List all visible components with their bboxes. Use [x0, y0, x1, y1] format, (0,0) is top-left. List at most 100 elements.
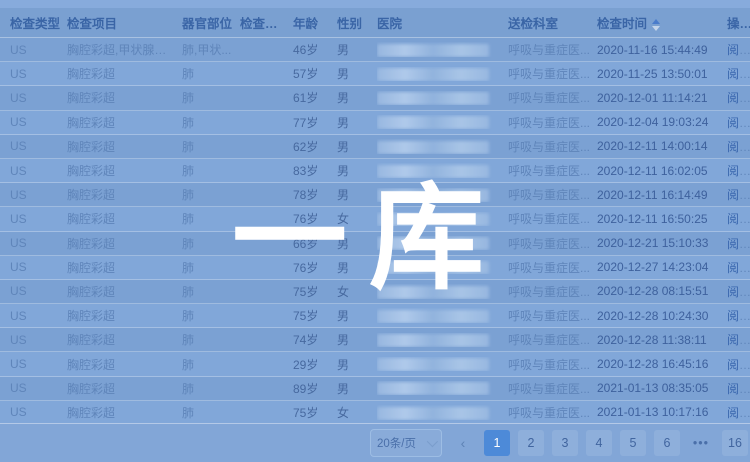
cell-age: 57岁 — [293, 65, 337, 82]
more-pages-button[interactable]: ••• — [688, 430, 714, 456]
view-images-link[interactable]: 阅片 — [727, 212, 750, 226]
cell-department: 呼吸与重症医... — [508, 331, 597, 348]
cell-action: 阅片 — [727, 307, 750, 324]
prev-page-button[interactable]: ‹ — [450, 430, 476, 456]
cell-action: 阅片 — [727, 380, 750, 397]
view-images-link[interactable]: 阅片 — [727, 164, 750, 178]
redacted-hospital-value — [377, 68, 489, 81]
cell-exam-project: 胸腔彩超 — [67, 404, 182, 421]
view-images-link[interactable]: 阅片 — [727, 406, 750, 420]
cell-exam-project: 胸腔彩超 — [67, 138, 182, 155]
table-row: US胸腔彩超肺57岁男呼吸与重症医...2020-11-25 13:50:01阅… — [0, 62, 750, 86]
cell-exam-project: 胸腔彩超 — [67, 235, 182, 252]
cell-action: 阅片 — [727, 162, 750, 179]
view-images-link[interactable]: 阅片 — [727, 358, 750, 372]
cell-exam-time: 2020-12-21 15:10:33 — [597, 236, 727, 250]
cell-gender: 男 — [337, 138, 377, 155]
col-header-action: 操作 — [727, 13, 750, 32]
page-button-2[interactable]: 2 — [518, 430, 544, 456]
view-images-link[interactable]: 阅片 — [727, 188, 750, 202]
pagination-bar: 20条/页 ‹ 123456 ••• 16 — [0, 423, 750, 462]
cell-hospital — [377, 139, 508, 153]
cell-exam-time: 2020-12-28 08:15:51 — [597, 284, 727, 298]
sort-asc-icon — [652, 19, 660, 24]
page-button-16[interactable]: 16 — [722, 430, 748, 456]
table-row: US胸腔彩超肺89岁男呼吸与重症医...2021-01-13 08:35:05阅… — [0, 377, 750, 401]
cell-organ-part: 肺,甲状... — [182, 41, 240, 58]
cell-gender: 男 — [337, 89, 377, 106]
redacted-hospital-value — [377, 141, 489, 154]
cell-department: 呼吸与重症医... — [508, 259, 597, 276]
cell-department: 呼吸与重症医... — [508, 356, 597, 373]
redacted-hospital-value — [377, 286, 489, 299]
sort-caret-icon[interactable] — [652, 19, 660, 31]
page-button-6[interactable]: 6 — [654, 430, 680, 456]
table-row: US胸腔彩超肺66岁男呼吸与重症医...2020-12-21 15:10:33阅… — [0, 232, 750, 256]
cell-exam-time: 2020-12-28 10:24:30 — [597, 309, 727, 323]
view-images-link[interactable]: 阅片 — [727, 67, 750, 81]
cell-age: 46岁 — [293, 41, 337, 58]
cell-exam-project: 胸腔彩超 — [67, 210, 182, 227]
exam-time-label: 检查时间 — [597, 17, 647, 31]
table-row: US胸腔彩超肺83岁男呼吸与重症医...2020-12-11 16:02:05阅… — [0, 159, 750, 183]
page-button-5[interactable]: 5 — [620, 430, 646, 456]
table-row: US胸腔彩超肺75岁男呼吸与重症医...2020-12-28 10:24:30阅… — [0, 304, 750, 328]
cell-department: 呼吸与重症医... — [508, 162, 597, 179]
chevron-down-icon — [427, 436, 438, 447]
cell-age: 66岁 — [293, 235, 337, 252]
view-images-link[interactable]: 阅片 — [727, 237, 750, 251]
page-button-1[interactable]: 1 — [484, 430, 510, 456]
cell-action: 阅片 — [727, 114, 750, 131]
table-row: US胸腔彩超肺74岁男呼吸与重症医...2020-12-28 11:38:11阅… — [0, 328, 750, 352]
cell-exam-project: 胸腔彩超 — [67, 331, 182, 348]
col-header-exam-time[interactable]: 检查时间 — [597, 13, 727, 32]
redacted-hospital-value — [377, 213, 489, 226]
col-header-department: 送检科室 — [508, 13, 597, 32]
view-images-link[interactable]: 阅片 — [727, 43, 750, 57]
cell-hospital — [377, 42, 508, 56]
cell-action: 阅片 — [727, 283, 750, 300]
view-images-link[interactable]: 阅片 — [727, 140, 750, 154]
cell-age: 77岁 — [293, 114, 337, 131]
cell-age: 76岁 — [293, 210, 337, 227]
cell-exam-project: 胸腔彩超 — [67, 186, 182, 203]
cell-gender: 女 — [337, 283, 377, 300]
cell-hospital — [377, 188, 508, 202]
cell-department: 呼吸与重症医... — [508, 283, 597, 300]
view-images-link[interactable]: 阅片 — [727, 91, 750, 105]
page-button-3[interactable]: 3 — [552, 430, 578, 456]
cell-exam-type: US — [10, 164, 67, 178]
cell-exam-time: 2020-11-16 15:44:49 — [597, 43, 727, 57]
cell-hospital — [377, 91, 508, 105]
col-header-age: 年龄 — [293, 13, 337, 32]
col-header-exam-project: 检查项目 — [67, 13, 182, 32]
table-header-row: 检查类型 检查项目 器官部位 检查方法 年龄 性别 医院 送检科室 检查时间 操… — [0, 8, 750, 38]
table-row: US胸腔彩超肺29岁男呼吸与重症医...2020-12-28 16:45:16阅… — [0, 352, 750, 376]
page-size-value: 20条/页 — [377, 435, 416, 451]
cell-age: 61岁 — [293, 89, 337, 106]
cell-gender: 男 — [337, 114, 377, 131]
col-header-exam-method: 检查方法 — [240, 13, 293, 32]
page-size-select[interactable]: 20条/页 — [370, 429, 442, 457]
cell-organ-part: 肺 — [182, 307, 240, 324]
cell-department: 呼吸与重症医... — [508, 186, 597, 203]
cell-exam-time: 2021-01-13 08:35:05 — [597, 381, 727, 395]
view-images-link[interactable]: 阅片 — [727, 285, 750, 299]
cell-organ-part: 肺 — [182, 380, 240, 397]
cell-exam-time: 2020-12-04 19:03:24 — [597, 115, 727, 129]
cell-age: 75岁 — [293, 283, 337, 300]
cell-gender: 女 — [337, 210, 377, 227]
view-images-link[interactable]: 阅片 — [727, 382, 750, 396]
view-images-link[interactable]: 阅片 — [727, 261, 750, 275]
page-button-4[interactable]: 4 — [586, 430, 612, 456]
cell-age: 75岁 — [293, 307, 337, 324]
cell-exam-project: 胸腔彩超 — [67, 356, 182, 373]
redacted-hospital-value — [377, 92, 489, 105]
view-images-link[interactable]: 阅片 — [727, 116, 750, 130]
view-images-link[interactable]: 阅片 — [727, 309, 750, 323]
cell-department: 呼吸与重症医... — [508, 114, 597, 131]
cell-action: 阅片 — [727, 65, 750, 82]
view-images-link[interactable]: 阅片 — [727, 333, 750, 347]
cell-exam-project: 胸腔彩超 — [67, 162, 182, 179]
cell-exam-type: US — [10, 236, 67, 250]
